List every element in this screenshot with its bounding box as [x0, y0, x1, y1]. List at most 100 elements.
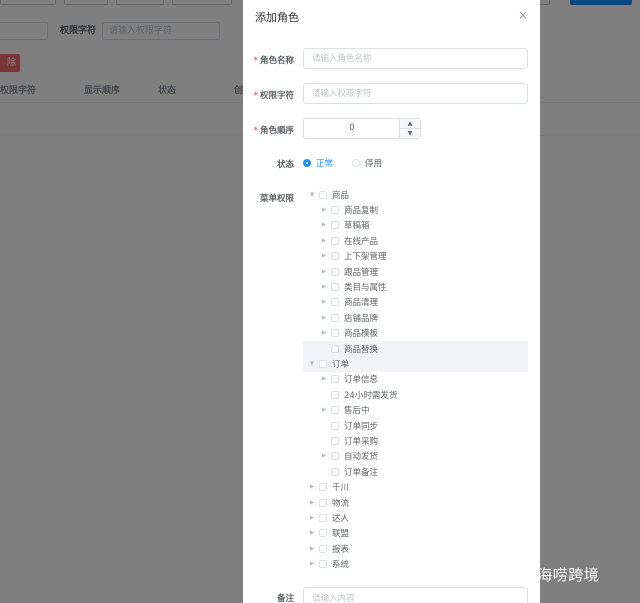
checkbox[interactable]: [331, 452, 339, 461]
caret-right-icon[interactable]: ▶: [319, 376, 329, 382]
caret-right-icon[interactable]: ▶: [319, 315, 329, 321]
checkbox[interactable]: [331, 406, 339, 415]
tree-node[interactable]: 订单采购: [303, 433, 528, 448]
tree-node[interactable]: 24小时需发货: [303, 387, 528, 402]
checkbox[interactable]: [331, 421, 339, 430]
remark-textarea[interactable]: 请输入内容: [303, 587, 528, 603]
tree-node[interactable]: ▶ 自动发货: [303, 449, 528, 464]
checkbox[interactable]: [319, 513, 327, 522]
tree-node[interactable]: ▶ 联盟: [303, 526, 528, 541]
caret-right-icon[interactable]: ▶: [307, 530, 317, 536]
tree-node[interactable]: ▶ 草稿箱: [303, 218, 528, 233]
tree-node[interactable]: ▶ 店铺品牌: [303, 310, 528, 325]
caret-right-icon[interactable]: ▶: [319, 330, 329, 336]
checkbox[interactable]: [319, 483, 327, 492]
checkbox[interactable]: [319, 359, 327, 368]
tree-node-label: 订单信息: [344, 375, 379, 386]
checkbox[interactable]: [319, 529, 327, 538]
radio-unchecked-icon: [352, 159, 360, 167]
tree-node[interactable]: ▶ 类目与属性: [303, 279, 528, 294]
checkbox[interactable]: [331, 436, 339, 445]
caret-right-icon[interactable]: ▶: [319, 407, 329, 413]
chevron-up-icon[interactable]: ▲: [400, 119, 420, 129]
checkbox[interactable]: [331, 313, 339, 322]
tree-node[interactable]: ▶ 商品复制: [303, 202, 528, 217]
checkbox[interactable]: [331, 467, 339, 476]
tree-node[interactable]: ▶ 达人: [303, 510, 528, 525]
caret-right-icon[interactable]: ▶: [307, 500, 317, 506]
tree-node[interactable]: ▶ 千川: [303, 479, 528, 494]
role-sort-value[interactable]: 0: [304, 119, 400, 138]
caret-right-icon[interactable]: ▶: [307, 546, 317, 552]
watermark-text: 知乎 @小海唠跨境: [470, 566, 600, 584]
caret-right-icon[interactable]: ▶: [307, 484, 317, 490]
tree-node-label: 商品替换: [344, 344, 379, 355]
tree-node-label: 物流: [332, 498, 350, 509]
caret-right-icon[interactable]: ▶: [319, 299, 329, 305]
dialog-title: 添加角色: [255, 11, 299, 24]
checkbox[interactable]: [331, 236, 339, 245]
status-radio-normal[interactable]: 正常: [303, 157, 333, 169]
tree-node[interactable]: ▶ 在线产品: [303, 233, 528, 248]
checkbox[interactable]: [331, 283, 339, 292]
role-sort-label: * 角色顺序: [254, 124, 294, 136]
role-name-label: * 角色名称: [254, 54, 294, 66]
caret-right-icon[interactable]: ▶: [319, 284, 329, 290]
tree-node[interactable]: ▶ 物流: [303, 495, 528, 510]
caret-right-icon[interactable]: ▶: [319, 453, 329, 459]
checkbox[interactable]: [331, 329, 339, 338]
checkbox[interactable]: [331, 390, 339, 399]
tree-node[interactable]: ▼ 商品: [303, 187, 528, 202]
caret-down-icon[interactable]: ▼: [307, 192, 317, 198]
tree-node[interactable]: ▶ 售后中: [303, 402, 528, 417]
tree-node[interactable]: ▶ 报表: [303, 541, 528, 556]
caret-right-icon[interactable]: ▶: [307, 515, 317, 521]
caret-right-icon[interactable]: ▶: [319, 238, 329, 244]
tree-node-label: 草稿箱: [344, 221, 370, 232]
tree-node-label: 跟品管理: [344, 267, 379, 278]
tree-node-label: 报表: [332, 544, 350, 555]
checkbox[interactable]: [331, 375, 339, 384]
role-name-input[interactable]: [303, 48, 528, 69]
radio-label: 停用: [365, 159, 383, 169]
checkbox[interactable]: [319, 544, 327, 553]
add-role-dialog: 添加角色 × *角色名称 *权限字符 *角色顺序 0 ▲ ▼ 状态 正常 停用 …: [243, 0, 540, 603]
tree-node-label: 订单采购: [344, 436, 379, 447]
close-icon[interactable]: ×: [518, 8, 528, 22]
tree-node[interactable]: ▶ 商品清理: [303, 295, 528, 310]
chevron-down-icon[interactable]: ▼: [400, 129, 420, 138]
role-sort-stepper[interactable]: 0 ▲ ▼: [303, 118, 421, 139]
checkbox[interactable]: [331, 252, 339, 261]
checkbox[interactable]: [319, 560, 327, 569]
checkbox[interactable]: [331, 344, 339, 353]
checkbox[interactable]: [331, 206, 339, 215]
caret-down-icon[interactable]: ▼: [307, 361, 317, 367]
tree-node-label: 在线产品: [344, 236, 379, 247]
perm-key-input[interactable]: [303, 83, 528, 104]
tree-node[interactable]: 商品替换: [303, 340, 528, 357]
tree-node[interactable]: ▶ 上下架管理: [303, 249, 528, 264]
required-mark: *: [253, 91, 258, 101]
tree-node-label: 商品模板: [344, 329, 379, 340]
caret-right-icon[interactable]: ▶: [319, 222, 329, 228]
tree-node[interactable]: ▶ 商品模板: [303, 326, 528, 341]
caret-right-icon[interactable]: ▶: [319, 207, 329, 213]
tree-node-label: 商品清理: [344, 298, 379, 309]
checkbox[interactable]: [319, 498, 327, 507]
checkbox[interactable]: [331, 298, 339, 307]
tree-node[interactable]: 订单备注: [303, 464, 528, 479]
caret-right-icon[interactable]: ▶: [319, 269, 329, 275]
tree-node[interactable]: 订单同步: [303, 418, 528, 433]
caret-right-icon[interactable]: ▶: [319, 253, 329, 259]
checkbox[interactable]: [331, 221, 339, 230]
status-radio-disabled[interactable]: 停用: [352, 157, 382, 169]
tree-node[interactable]: ▼ 订单: [303, 356, 528, 372]
tree-node-label: 订单备注: [344, 467, 379, 478]
checkbox[interactable]: [319, 190, 327, 199]
tree-node[interactable]: ▶ 跟品管理: [303, 264, 528, 279]
caret-right-icon[interactable]: ▶: [307, 561, 317, 567]
checkbox[interactable]: [331, 267, 339, 276]
role-sort-label-text: 角色顺序: [259, 126, 294, 136]
tree-node[interactable]: ▶ 订单信息: [303, 372, 528, 387]
tree-node-label: 上下架管理: [344, 252, 387, 263]
